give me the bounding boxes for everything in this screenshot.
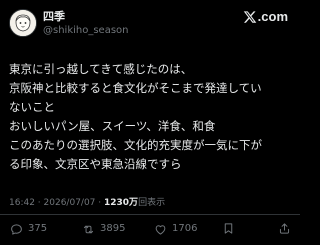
post-meta: 16:42 · 2026/07/07 · 1230万回表示 bbox=[9, 197, 165, 209]
brand-text: .com bbox=[257, 9, 288, 24]
post-line: 東京に引っ越してきて感じたのは、 bbox=[9, 62, 193, 76]
post-time[interactable]: 16:42 bbox=[9, 198, 35, 208]
meta-separator: · bbox=[34, 198, 44, 208]
views-count[interactable]: 1230万 bbox=[104, 198, 138, 208]
post-text: 東京に引っ越してきて感じたのは、 京阪神と比較すると食文化がそこまで発達してい … bbox=[9, 60, 294, 174]
divider bbox=[0, 214, 300, 215]
bookmark-button[interactable] bbox=[222, 222, 235, 235]
like-count: 1706 bbox=[172, 223, 198, 234]
like-button[interactable]: 1706 bbox=[154, 222, 197, 236]
user-handle[interactable]: @shikiho_season bbox=[43, 24, 129, 37]
post-line: おいしいパン屋、スイーツ、洋食、和食 bbox=[9, 119, 216, 133]
heart-icon bbox=[155, 224, 166, 235]
avatar[interactable] bbox=[9, 9, 37, 37]
share-button[interactable] bbox=[278, 222, 291, 235]
comment-icon bbox=[11, 223, 22, 235]
post-date[interactable]: 2026/07/07 bbox=[44, 198, 96, 208]
meta-separator: · bbox=[95, 198, 104, 208]
post-line: ないこと bbox=[9, 100, 55, 114]
bookmark-icon bbox=[224, 223, 233, 234]
share-icon bbox=[279, 223, 290, 234]
repost-icon bbox=[83, 224, 94, 234]
action-bar: 375 3895 1706 bbox=[0, 218, 300, 240]
post-line: このあたりの選択肢、文化的充実度が一気に下が bbox=[9, 138, 262, 152]
brand-logo: .com bbox=[243, 9, 288, 25]
reply-count: 375 bbox=[28, 223, 48, 234]
views-label: 回表示 bbox=[138, 198, 166, 208]
cartoon-face-avatar-icon bbox=[10, 10, 36, 36]
repost-count: 3895 bbox=[100, 223, 126, 234]
post-line: る印象、文京区や東急沿線ですら bbox=[9, 157, 182, 171]
reply-button[interactable]: 375 bbox=[10, 222, 47, 236]
repost-button[interactable]: 3895 bbox=[82, 222, 125, 236]
display-name[interactable]: 四季 bbox=[43, 10, 65, 23]
x-logo-icon bbox=[243, 11, 256, 23]
post-line: 京阪神と比較すると食文化がそこまで発達してい bbox=[9, 81, 262, 95]
